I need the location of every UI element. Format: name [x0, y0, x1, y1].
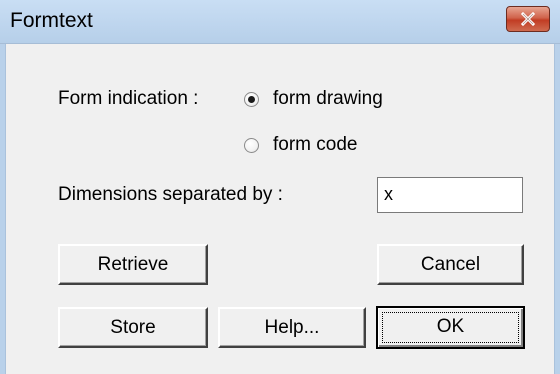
ok-button[interactable]: OK	[376, 306, 525, 349]
cancel-button[interactable]: Cancel	[377, 244, 524, 285]
title-bar[interactable]: Formtext	[0, 0, 560, 44]
close-button[interactable]	[506, 6, 550, 32]
separator-label: Dimensions separated by :	[58, 184, 283, 205]
dialog-client-area: Form indication : form drawing form code…	[7, 44, 553, 374]
radio-form-drawing[interactable]	[244, 92, 259, 107]
help-button[interactable]: Help...	[218, 307, 366, 348]
radio-form-code[interactable]	[244, 138, 259, 153]
window-frame-right	[554, 0, 560, 374]
window-frame-left	[0, 0, 6, 374]
radio-form-code-label[interactable]: form code	[273, 134, 357, 156]
form-indication-label: Form indication :	[58, 88, 199, 109]
radio-form-drawing-label[interactable]: form drawing	[273, 88, 383, 110]
window-title: Formtext	[10, 9, 93, 32]
store-button[interactable]: Store	[58, 307, 208, 348]
separator-input[interactable]: x	[377, 177, 523, 213]
close-icon	[520, 11, 536, 27]
ok-button-label: OK	[436, 316, 465, 337]
dialog-window: Formtext Form indication : form drawing …	[0, 0, 560, 374]
radio-selected-dot	[248, 96, 255, 103]
retrieve-button[interactable]: Retrieve	[58, 244, 208, 285]
